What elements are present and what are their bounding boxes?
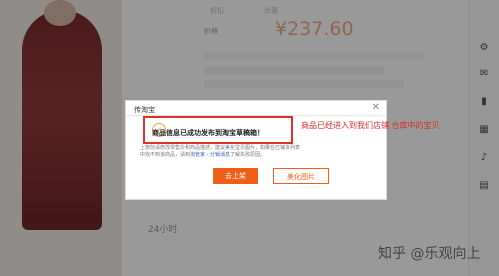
close-icon[interactable]: ✕ xyxy=(372,102,380,113)
link-taoguanjia[interactable]: 淘管家 xyxy=(190,152,205,158)
link-distribution-messages[interactable]: 分销消息 xyxy=(210,152,230,158)
desc-line-1: 上架前请修改零售价和商品描述，建议美化宝贝图片，如果在已铺货列表 xyxy=(140,145,301,151)
dialog-description: 上架前请修改零售价和商品描述，建议美化宝贝图片，如果在已铺货列表 中找不到该商品… xyxy=(140,145,380,159)
list-now-button[interactable]: 去上架 xyxy=(213,168,258,184)
publish-dialog: 传淘宝 ✕ ✓ 商品信息已成功发布到淘宝草稿箱！ 上架前请修改零售价和商品描述，… xyxy=(125,100,387,200)
zhihu-watermark: 知乎 @乐观向上 xyxy=(378,246,481,262)
dialog-title: 传淘宝 xyxy=(134,106,155,114)
red-annotation: 商品已经进入到我们店铺 仓库中的宝贝 xyxy=(301,121,440,130)
desc-line-2-post: 了解失败原因。 xyxy=(230,152,266,158)
desc-line-2: 中找不到该商品，请到淘管家 - 分销消息了解失败原因。 xyxy=(140,152,380,159)
beautify-images-button[interactable]: 美化图片 xyxy=(273,168,329,184)
success-message: 商品信息已成功发布到淘宝草稿箱！ xyxy=(152,129,264,137)
desc-line-2-pre: 中找不到该商品，请到 xyxy=(140,152,191,158)
